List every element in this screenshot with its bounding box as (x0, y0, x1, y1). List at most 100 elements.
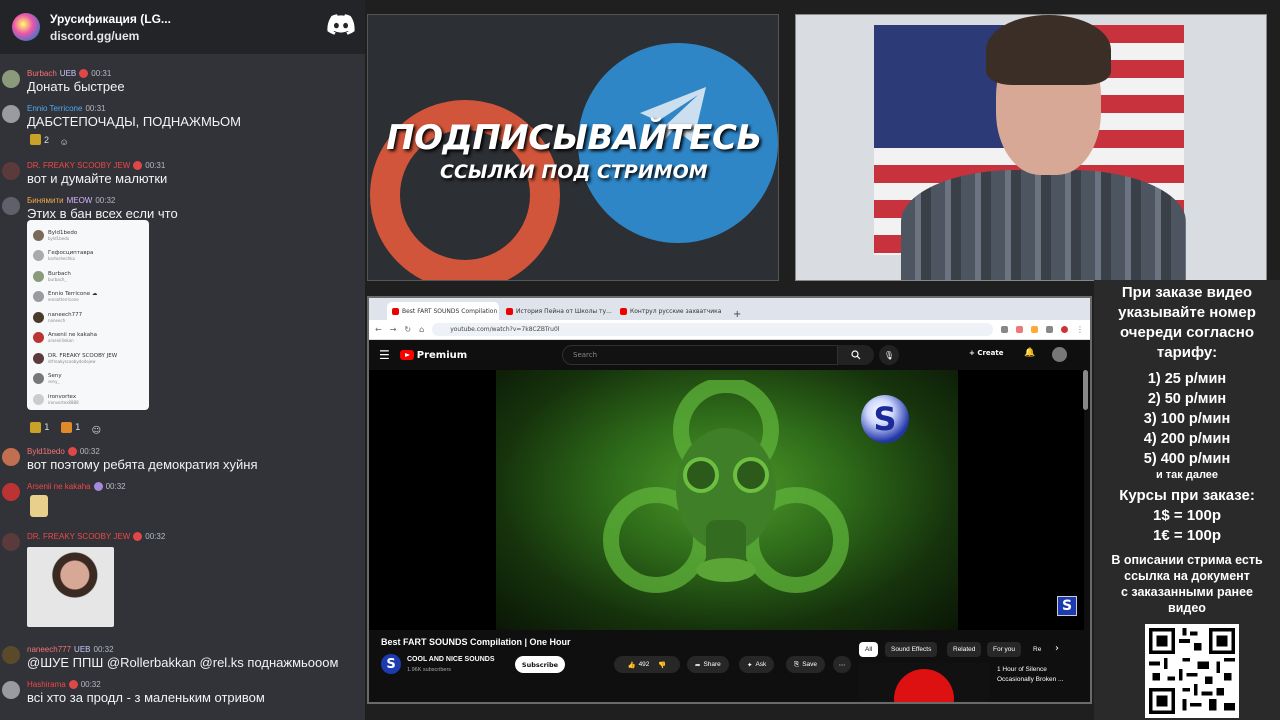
back-icon[interactable]: ← (375, 325, 382, 334)
url-field[interactable]: youtube.com/watch?v=7k8CZBTru0l (432, 323, 993, 336)
exchange-rates: Курсы при заказе: 1$ = 100р 1€ = 100р (1119, 487, 1255, 544)
attached-image[interactable] (27, 547, 114, 627)
badge-icon (93, 482, 103, 491)
chip-recently[interactable]: Re (1027, 642, 1047, 657)
sticker-image[interactable] (30, 495, 48, 517)
server-name: Урусификация (LG... (50, 11, 171, 26)
avatar (33, 229, 44, 241)
username[interactable]: Ennio Terricone (27, 104, 82, 113)
forward-icon[interactable]: → (390, 325, 397, 334)
extension-icon[interactable] (1001, 326, 1008, 333)
timestamp: 00:32 (93, 645, 114, 654)
recommendation-thumbnail[interactable] (859, 663, 989, 702)
avatar (33, 373, 44, 385)
reaction[interactable]: 1 (30, 422, 50, 433)
channel-watermark-icon[interactable]: S (1057, 596, 1077, 616)
message-text: @ШУЕ ППШ @Rollerbakkan @rel.ks поднажмьо… (27, 655, 339, 670)
reload-icon[interactable]: ↻ (404, 325, 411, 334)
search-input[interactable]: Search (562, 345, 838, 365)
price-tiers: 1) 25 р/мин 2) 50 р/мин 3) 100 р/мин 4) … (1094, 369, 1280, 469)
role-tag: UEB (59, 69, 77, 78)
chat-header: Урусификация (LG... discord.gg/uem (0, 0, 365, 54)
message-text: вот и думайте малютки (27, 171, 168, 186)
reaction[interactable]: 1 (60, 422, 81, 433)
notifications-bell-icon[interactable]: 🔔 (1024, 348, 1035, 358)
video-title: Best FART SOUNDS Compilation | One Hour (381, 637, 571, 647)
username[interactable]: Бинямити (27, 196, 64, 205)
add-reaction[interactable]: ☺ (59, 137, 68, 147)
biohazard-gasmask-image (603, 380, 849, 593)
avatar (33, 291, 44, 303)
chip-sound-effects[interactable]: Sound Effects (885, 642, 938, 657)
video-player[interactable]: S S (369, 370, 1084, 630)
search-button[interactable] (838, 345, 874, 365)
share-button[interactable]: ➦ Share (687, 656, 729, 673)
username[interactable]: Arsenii ne kakaha (27, 482, 91, 491)
more-actions-button[interactable]: ⋯ (833, 656, 851, 673)
ban-list-image[interactable]: Byld1bedo byld1bedo Гефосциптавра kartoshe… (27, 220, 149, 410)
channel-avatar[interactable]: S (381, 654, 401, 674)
extension-icon[interactable] (1031, 326, 1038, 333)
message-text: Этих в бан всех если что (27, 206, 178, 221)
home-icon[interactable]: ⌂ (419, 325, 424, 334)
username[interactable]: naneech777 (27, 645, 71, 654)
youtube-play-icon (399, 350, 414, 360)
menu-dots-icon[interactable]: ⋮ (1076, 325, 1084, 334)
username[interactable]: DR. FREAKY SCOOBY JEW (27, 532, 130, 541)
timestamp: 00:31 (91, 69, 112, 78)
chip-for-you[interactable]: For you (987, 642, 1022, 657)
chip-all[interactable]: All (859, 642, 879, 657)
youtube-header: ☰ Premium Search 🎙 + Create 🔔 (369, 340, 1090, 370)
extension-icon[interactable] (1016, 326, 1023, 333)
hamburger-menu-icon[interactable]: ☰ (379, 348, 390, 362)
timestamp: 00:32 (145, 532, 166, 541)
new-tab-button[interactable]: + (733, 309, 741, 320)
extension-icon[interactable] (1046, 326, 1053, 333)
browser-tab[interactable]: История Пейна от Школы ту... (501, 302, 613, 320)
avatar (33, 270, 44, 282)
channel-name[interactable]: COOL AND NICE SOUNDS (407, 656, 495, 663)
profile-icon[interactable] (1061, 326, 1068, 333)
promo-title: ПОДПИСЫВАЙТЕСЬ (386, 118, 762, 158)
address-bar: ← → ↻ ⌂ youtube.com/watch?v=7k8CZBTru0l … (369, 320, 1090, 340)
username[interactable]: Burbach (27, 69, 57, 78)
subscribe-button[interactable]: Subscribe (515, 656, 565, 673)
description-note: В описании стрима есть ссылка на докумен… (1111, 553, 1263, 615)
like-button[interactable]: 👍 492 👎 (614, 656, 680, 673)
timestamp: 00:31 (145, 161, 166, 170)
recommendation-title[interactable]: 1 Hour of Silence Occasionally Broken ... (997, 665, 1063, 685)
chevron-right-icon[interactable]: › (1055, 643, 1059, 654)
username[interactable]: Hashirama (27, 680, 66, 689)
video-frame: S (496, 370, 958, 630)
reaction[interactable]: 2 (30, 134, 49, 145)
add-reaction[interactable]: ☺ (92, 426, 101, 436)
avatar (2, 448, 20, 466)
create-button[interactable]: + Create (969, 349, 1003, 357)
share-icon: ➦ (695, 661, 701, 669)
sparkle-icon: ✦ (747, 661, 753, 669)
browser-window: Best FART SOUNDS Compilation История Пей… (367, 296, 1092, 704)
account-avatar[interactable] (1052, 347, 1067, 362)
username[interactable]: DR. FREAKY SCOOBY JEW (27, 161, 130, 170)
server-invite[interactable]: discord.gg/uem (50, 29, 171, 43)
thumbs-down-icon: 👎 (658, 661, 667, 669)
subscribe-promo-panel: ПОДПИСЫВАЙТЕСЬ ССЫЛКИ ПОД СТРИМОМ (367, 14, 779, 281)
ban-list-row: ironvortex ironvortex8888 (33, 389, 143, 410)
scrollbar[interactable] (1083, 370, 1088, 410)
username[interactable]: Byld1bedo (27, 447, 65, 456)
promo-subtitle: ССЫЛКИ ПОД СТРИМОМ (440, 161, 708, 183)
youtube-icon (392, 307, 399, 315)
save-button[interactable]: ⎘ Save (786, 656, 826, 673)
more-icon: ⋯ (838, 661, 846, 669)
voice-search-button[interactable]: 🎙 (879, 345, 899, 365)
badge-icon (67, 447, 77, 456)
person-shirt (901, 170, 1186, 280)
chip-related[interactable]: Related (947, 642, 982, 657)
youtube-logo[interactable]: Premium (399, 350, 467, 361)
ask-button[interactable]: ✦ Ask (739, 656, 775, 673)
browser-tab[interactable]: Контрул русские захватчика (615, 302, 727, 320)
browser-tab[interactable]: Best FART SOUNDS Compilation (387, 302, 499, 320)
avatar (33, 352, 44, 364)
avatar (2, 105, 20, 123)
discord-icon (327, 14, 355, 35)
